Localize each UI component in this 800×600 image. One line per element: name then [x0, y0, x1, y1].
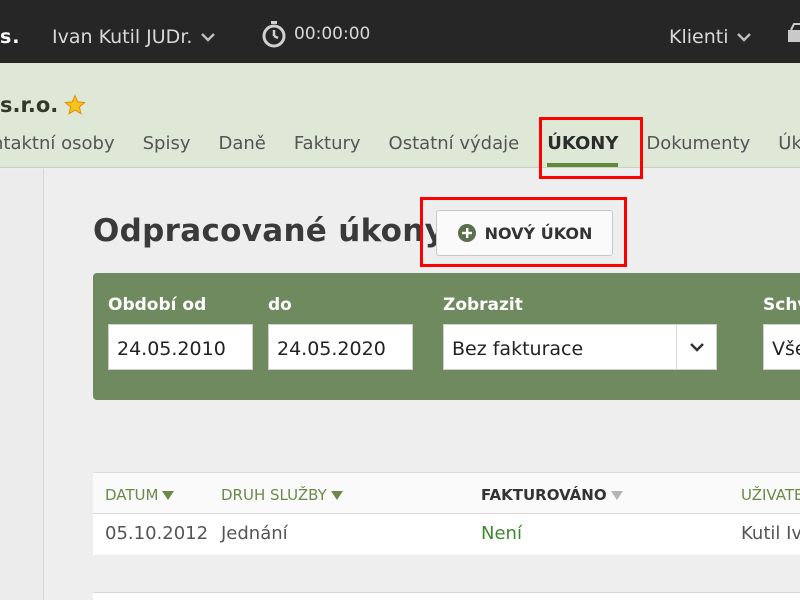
- column-datum-label: DATUM: [105, 486, 159, 504]
- tab-dane[interactable]: Daně: [204, 131, 279, 167]
- cell-uzivatel: Kutil Iv: [741, 523, 800, 544]
- tab-faktury[interactable]: Faktury: [280, 131, 375, 167]
- sort-desc-icon: [330, 490, 343, 500]
- brand-logo[interactable]: s.: [0, 26, 21, 48]
- tab-next[interactable]: Úk: [764, 131, 800, 167]
- tab-spisy[interactable]: Spisy: [129, 131, 205, 167]
- cart-icon[interactable]: [786, 22, 800, 46]
- column-druh-label: DRUH SLUŽBY: [221, 486, 327, 504]
- tab-ostatni-vydaje[interactable]: Ostatní výdaje: [375, 131, 534, 167]
- chevron-down-icon: [689, 343, 704, 352]
- cell-druh: Jednání: [221, 523, 288, 544]
- clients-menu[interactable]: Klienti: [669, 26, 752, 48]
- table-row[interactable]: 05.10.2012 Jednání Není Kutil Iv: [93, 514, 800, 555]
- column-fakturovano-label: FAKTUROVÁNO: [481, 486, 607, 504]
- column-uzivatel[interactable]: UŽIVATE: [741, 486, 800, 504]
- ukony-table: DATUM DRUH SLUŽBY FAKTUROVÁNO UŽIVATE 05…: [93, 472, 800, 555]
- column-druh-sluzby[interactable]: DRUH SLUŽBY: [221, 486, 343, 504]
- clients-label: Klienti: [669, 26, 729, 48]
- client-header: s.r.o. ntaktní osoby Spisy Daně Faktury …: [0, 63, 800, 168]
- tab-dokumenty[interactable]: Dokumenty: [632, 131, 764, 167]
- filter-to-input[interactable]: 24.05.2020: [268, 324, 413, 370]
- filter-panel: Období od 24.05.2010 do 24.05.2020 Zobra…: [93, 273, 800, 400]
- table-header: DATUM DRUH SLUŽBY FAKTUROVÁNO UŽIVATE: [93, 473, 800, 514]
- client-name: s.r.o.: [0, 93, 59, 117]
- filter-approve-select[interactable]: Vše: [763, 324, 800, 370]
- filter-from-input[interactable]: 24.05.2010: [108, 324, 253, 370]
- client-title: s.r.o.: [0, 93, 87, 117]
- chevron-down-icon: [737, 33, 752, 42]
- column-datum[interactable]: DATUM: [105, 486, 175, 504]
- sort-desc-icon: [162, 490, 175, 500]
- stopwatch-icon: [262, 21, 286, 48]
- cell-datum: 05.10.2012: [105, 523, 209, 544]
- top-bar: s. Ivan Kutil JUDr. 00:00:00 Klienti: [0, 0, 800, 63]
- left-panel: [0, 169, 44, 600]
- user-name: Ivan Kutil JUDr.: [52, 26, 193, 48]
- sort-inactive-icon: [610, 490, 623, 500]
- highlight-box-button: [420, 197, 627, 267]
- chevron-down-icon: [201, 33, 216, 42]
- filter-show-value: Bez fakturace: [452, 338, 584, 360]
- timer-value: 00:00:00: [294, 24, 371, 44]
- column-uzivatel-label: UŽIVATE: [741, 486, 800, 504]
- filter-approve-label: Schv: [763, 295, 800, 315]
- dropdown-button[interactable]: [676, 325, 716, 369]
- filter-to-label: do: [268, 295, 292, 315]
- timer[interactable]: 00:00:00: [262, 20, 370, 48]
- column-fakturovano[interactable]: FAKTUROVÁNO: [481, 486, 623, 504]
- highlight-box-tab: [539, 117, 643, 179]
- tab-kontaktni-osoby[interactable]: ntaktní osoby: [0, 131, 129, 167]
- star-icon[interactable]: [64, 94, 87, 116]
- user-menu[interactable]: Ivan Kutil JUDr.: [52, 26, 216, 48]
- filter-show-label: Zobrazit: [443, 295, 523, 315]
- client-tabs: ntaktní osoby Spisy Daně Faktury Ostatní…: [0, 131, 800, 167]
- table-footer: [93, 592, 800, 600]
- page-title: Odpracované úkony: [93, 213, 446, 249]
- filter-show-select[interactable]: Bez fakturace: [443, 324, 717, 370]
- cell-fakturovano: Není: [481, 523, 522, 544]
- filter-from-label: Období od: [108, 295, 207, 315]
